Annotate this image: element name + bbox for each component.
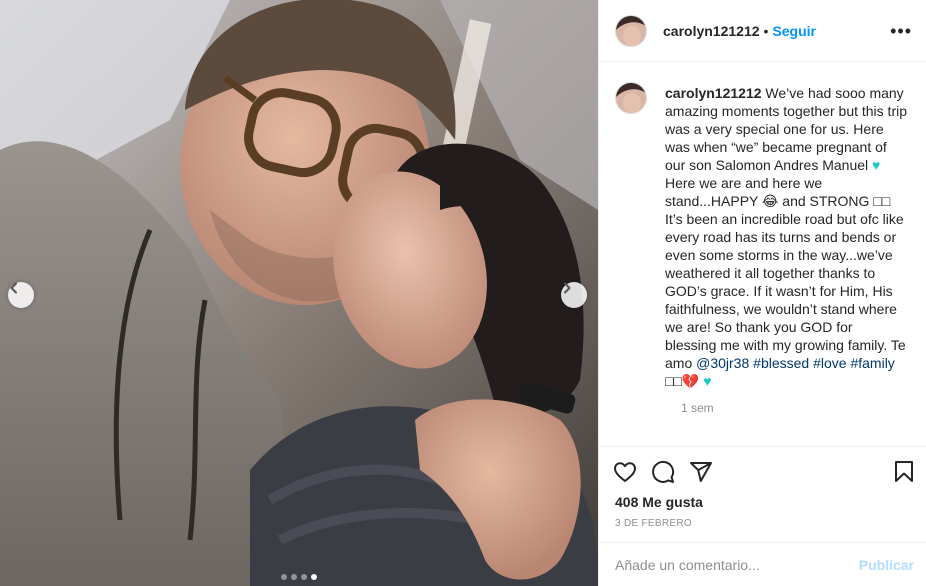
post-header: carolyn121212 • Seguir ••• [599,0,926,62]
bookmark-icon [895,461,913,482]
add-comment-bar: Publicar [599,542,926,586]
carousel-dot [281,574,287,580]
broken-heart-emoji: 💔 [681,373,700,389]
carousel-dot [291,574,297,580]
share-icon [690,462,712,482]
share-button[interactable] [689,460,713,484]
mention-link[interactable]: @30jr38 [696,355,749,371]
comment-button[interactable] [651,460,675,484]
carousel-dot-active [311,574,317,580]
post-details-panel: carolyn121212 • Seguir ••• carolyn121212… [598,0,926,586]
separator-dot: • [763,22,769,39]
couple-selfie-image [0,0,598,586]
post-author-username[interactable]: carolyn121212 [663,23,760,39]
post-actions-section: 408 Me gusta 3 DE FEBRERO Publicar [599,446,926,586]
profile-picture [616,15,646,46]
comments-section: carolyn121212 We’ve had sooo many amazin… [599,62,926,446]
caption-timestamp[interactable]: 1 sem [681,401,910,415]
caption-row: carolyn121212 We’ve had sooo many amazin… [615,82,910,390]
next-slide-button[interactable] [561,282,587,308]
caption-username[interactable]: carolyn121212 [665,85,762,101]
more-options-button[interactable]: ••• [890,22,912,40]
like-count[interactable]: 408 Me gusta [615,494,703,510]
post-date[interactable]: 3 DE FEBRERO [615,518,692,529]
chevron-left-icon [10,282,17,294]
avatar[interactable] [615,14,647,47]
previous-slide-button[interactable] [8,282,34,308]
teal-heart-emoji: ♥ [703,373,712,389]
hashtag-link[interactable]: #family [850,355,894,371]
post-caption: carolyn121212 We’ve had sooo many amazin… [665,84,907,390]
post-photo[interactable] [0,0,598,586]
chevron-right-icon [564,282,571,294]
carousel-dot [301,574,307,580]
follow-button[interactable]: Seguir [772,23,816,39]
carousel-indicator [0,574,598,580]
laughing-emoji: 😂 [762,193,779,209]
hashtag-link[interactable]: #love [813,355,846,371]
action-bar [613,459,916,485]
save-button[interactable] [892,460,916,484]
publish-button[interactable]: Publicar [859,557,914,573]
caption-text: It’s been an incredible road but ofc lik… [665,211,906,371]
comment-input[interactable] [615,557,859,573]
teal-heart-emoji: ♥ [872,157,881,173]
missing-glyph-emoji: □□ [665,373,682,389]
caption-text: and STRONG [782,193,870,209]
missing-glyph-emoji: □□ [873,193,891,209]
comment-icon [652,460,675,483]
instagram-post: carolyn121212 • Seguir ••• carolyn121212… [0,0,926,586]
profile-picture [616,83,646,113]
avatar[interactable] [615,82,647,114]
like-button[interactable] [613,460,637,484]
hashtag-link[interactable]: #blessed [753,355,809,371]
heart-icon [614,462,636,482]
